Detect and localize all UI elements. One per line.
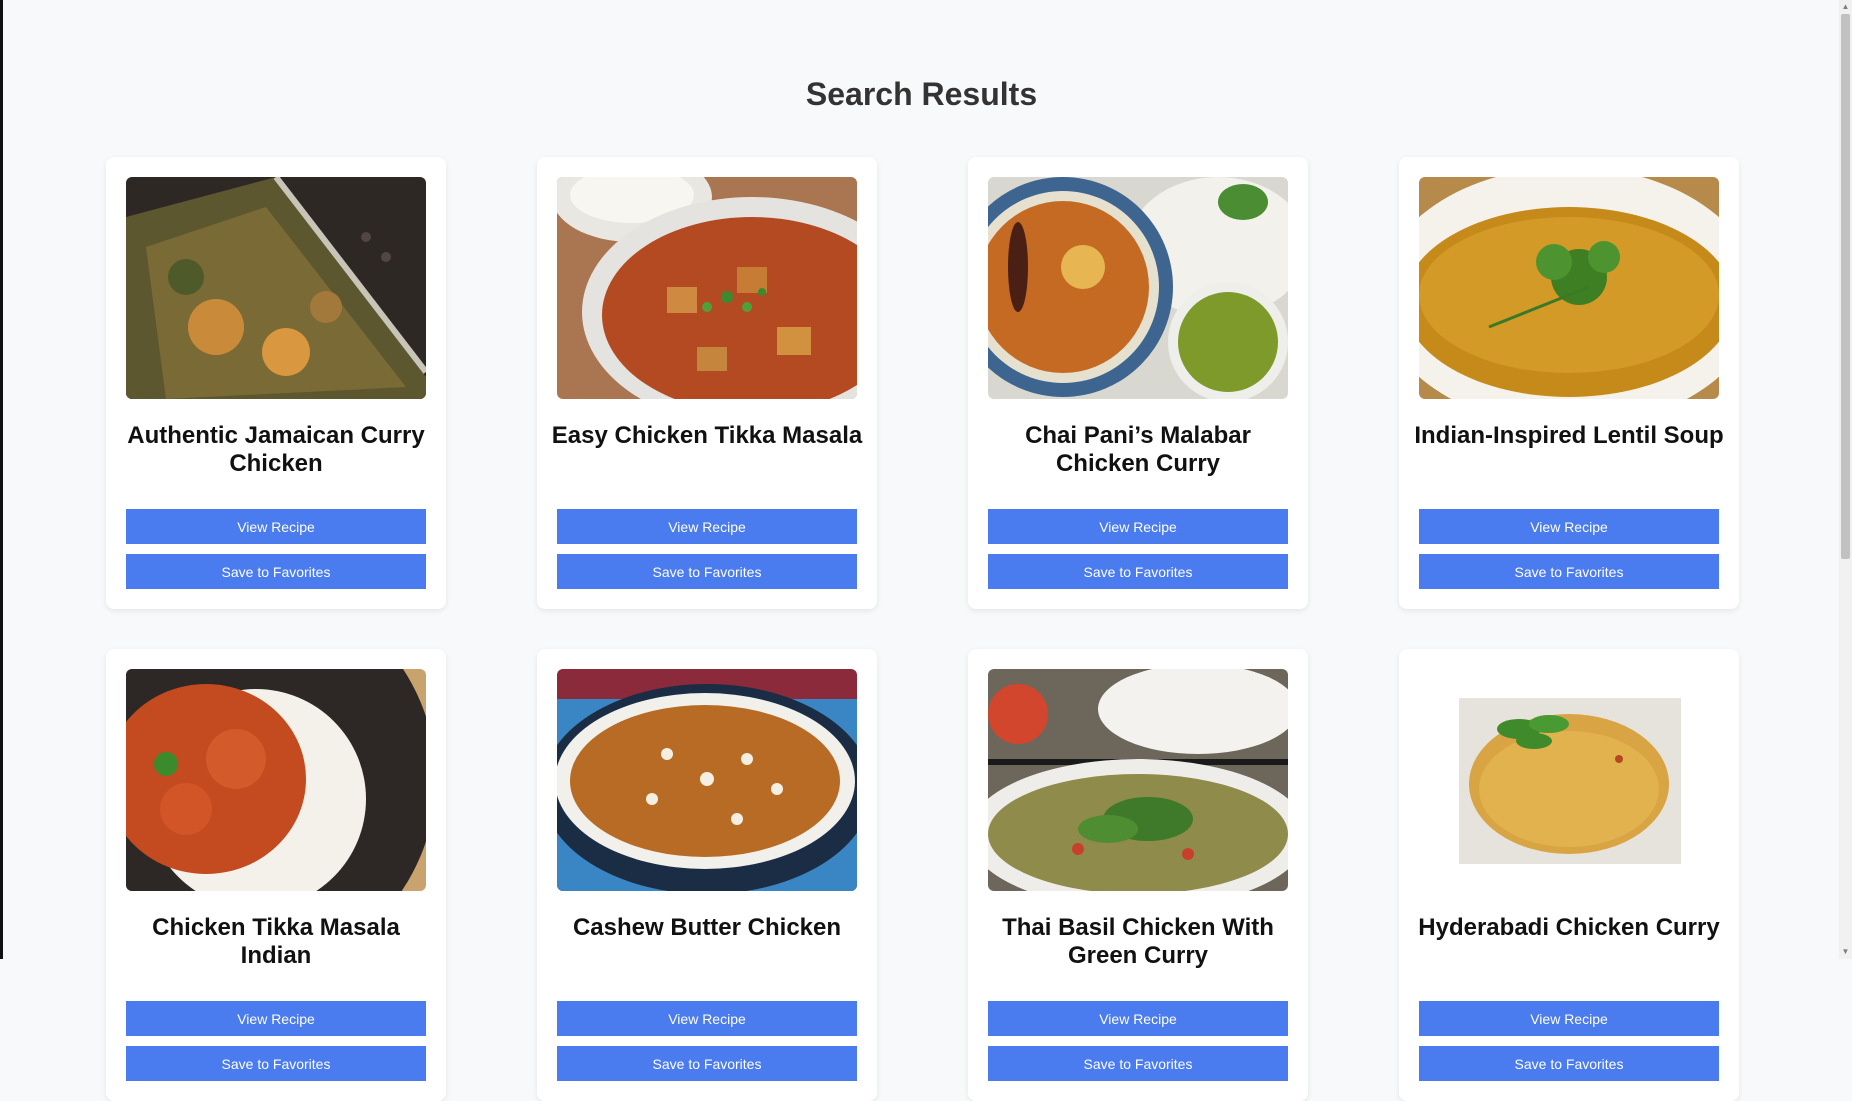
save-to-favorites-button[interactable]: Save to Favorites: [1419, 554, 1719, 589]
view-recipe-button[interactable]: View Recipe: [126, 509, 426, 544]
save-to-favorites-button[interactable]: Save to Favorites: [557, 1046, 857, 1081]
view-recipe-button[interactable]: View Recipe: [126, 1001, 426, 1036]
save-to-favorites-button[interactable]: Save to Favorites: [126, 1046, 426, 1081]
recipe-image[interactable]: [126, 669, 426, 891]
recipe-title: Chai Pani’s Malabar Chicken Curry: [1025, 422, 1251, 477]
recipe-card: Thai Basil Chicken With Green Curry View…: [968, 649, 1308, 1101]
vertical-scrollbar[interactable]: ▲ ▼: [1839, 0, 1852, 959]
recipe-image[interactable]: [988, 177, 1288, 399]
scroll-up-arrow-icon[interactable]: ▲: [1839, 0, 1852, 14]
recipe-title: Cashew Butter Chicken: [572, 914, 842, 941]
save-to-favorites-button[interactable]: Save to Favorites: [557, 554, 857, 589]
scrollbar-thumb[interactable]: [1841, 14, 1850, 559]
recipe-title: Hyderabadi Chicken Curry: [1418, 914, 1720, 941]
recipe-title: Indian-Inspired Lentil Soup: [1414, 422, 1724, 449]
recipe-card: Indian-Inspired Lentil Soup View Recipe …: [1399, 157, 1739, 609]
recipe-title: Chicken Tikka Masala Indian: [152, 914, 400, 969]
recipe-card: Cashew Butter Chicken View Recipe Save t…: [537, 649, 877, 1101]
recipe-card: Easy Chicken Tikka Masala View Recipe Sa…: [537, 157, 877, 609]
page-title: Search Results: [805, 76, 1038, 112]
save-to-favorites-button[interactable]: Save to Favorites: [988, 554, 1288, 589]
recipe-card: Authentic Jamaican Curry Chicken View Re…: [106, 157, 446, 609]
recipe-title: Easy Chicken Tikka Masala: [551, 422, 863, 449]
recipe-image[interactable]: [557, 177, 857, 399]
view-recipe-button[interactable]: View Recipe: [557, 509, 857, 544]
recipe-image[interactable]: [126, 177, 426, 399]
recipe-image[interactable]: [988, 669, 1288, 891]
window-left-edge: [0, 0, 3, 959]
recipe-card: Chai Pani’s Malabar Chicken Curry View R…: [968, 157, 1308, 609]
recipe-card: Hyderabadi Chicken Curry View Recipe Sav…: [1399, 649, 1739, 1101]
recipe-image[interactable]: [1419, 177, 1719, 399]
scroll-down-arrow-icon[interactable]: ▼: [1839, 945, 1852, 959]
save-to-favorites-button[interactable]: Save to Favorites: [126, 554, 426, 589]
view-recipe-button[interactable]: View Recipe: [557, 1001, 857, 1036]
view-recipe-button[interactable]: View Recipe: [988, 509, 1288, 544]
recipe-card: Chicken Tikka Masala Indian View Recipe …: [106, 649, 446, 1101]
recipe-title: Authentic Jamaican Curry Chicken: [127, 422, 425, 477]
recipe-image[interactable]: [557, 669, 857, 891]
view-recipe-button[interactable]: View Recipe: [988, 1001, 1288, 1036]
save-to-favorites-button[interactable]: Save to Favorites: [988, 1046, 1288, 1081]
recipe-image[interactable]: [1419, 669, 1719, 891]
save-to-favorites-button[interactable]: Save to Favorites: [1419, 1046, 1719, 1081]
view-recipe-button[interactable]: View Recipe: [1419, 1001, 1719, 1036]
view-recipe-button[interactable]: View Recipe: [1419, 509, 1719, 544]
recipe-title: Thai Basil Chicken With Green Curry: [1002, 914, 1274, 969]
